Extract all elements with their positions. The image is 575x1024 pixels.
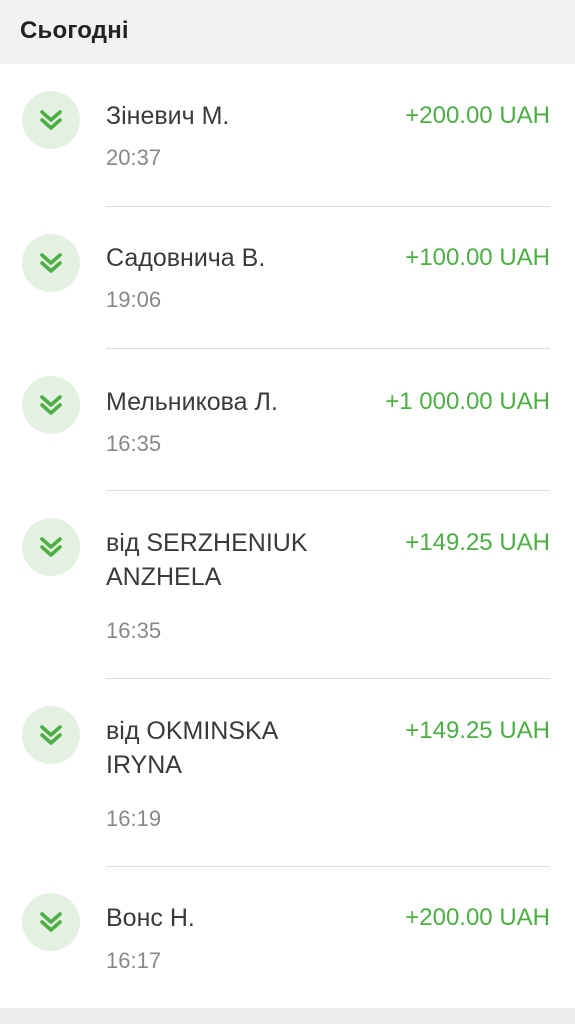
section-header: Сьогодні <box>0 0 575 64</box>
transaction-amount: +1 000.00 UAH <box>385 388 550 415</box>
sender-name: від SERZHENIUK ANZHELA <box>106 529 308 591</box>
transaction-row[interactable]: Садовнича В. 19:06 +100.00 UAH <box>0 207 575 349</box>
transaction-row[interactable]: від SERZHENIUK ANZHELA 16:35 +149.25 UAH <box>0 491 575 679</box>
transaction-amount: +200.00 UAH <box>405 904 550 931</box>
list-bottom-edge <box>0 1008 575 1024</box>
transaction-row[interactable]: Зіневич М. 20:37 +200.00 UAH <box>0 64 575 207</box>
incoming-transfer-icon <box>22 893 80 951</box>
transaction-time: 16:19 <box>106 806 162 831</box>
transaction-time: 16:17 <box>106 948 162 973</box>
sender-name: Садовнича В. <box>106 244 266 272</box>
transaction-time: 16:35 <box>106 431 162 456</box>
incoming-transfer-icon <box>22 91 80 149</box>
transaction-time: 16:35 <box>106 618 162 643</box>
sender-name: від OKMINSKA IRYNA <box>106 717 277 779</box>
transaction-row[interactable]: Вонс Н. 16:17 +200.00 UAH <box>0 867 575 1008</box>
incoming-transfer-icon <box>22 376 80 434</box>
transaction-amount: +200.00 UAH <box>405 102 550 129</box>
transaction-amount: +149.25 UAH <box>405 529 550 556</box>
section-title: Сьогодні <box>20 17 129 44</box>
incoming-transfer-icon <box>22 706 80 764</box>
transaction-amount: +149.25 UAH <box>405 717 550 744</box>
incoming-transfer-icon <box>22 234 80 292</box>
incoming-transfer-icon <box>22 518 80 576</box>
transaction-row[interactable]: Мельникова Л. 16:35 +1 000.00 UAH <box>0 349 575 491</box>
transaction-row[interactable]: від OKMINSKA IRYNA 16:19 +149.25 UAH <box>0 679 575 867</box>
transaction-time: 19:06 <box>106 287 162 312</box>
sender-name: Мельникова Л. <box>106 388 278 416</box>
transaction-amount: +100.00 UAH <box>405 244 550 271</box>
transaction-list: Зіневич М. 20:37 +200.00 UAH Садовнича В… <box>0 64 575 1008</box>
sender-name: Вонс Н. <box>106 904 195 932</box>
transaction-time: 20:37 <box>106 145 162 170</box>
sender-name: Зіневич М. <box>106 102 230 130</box>
